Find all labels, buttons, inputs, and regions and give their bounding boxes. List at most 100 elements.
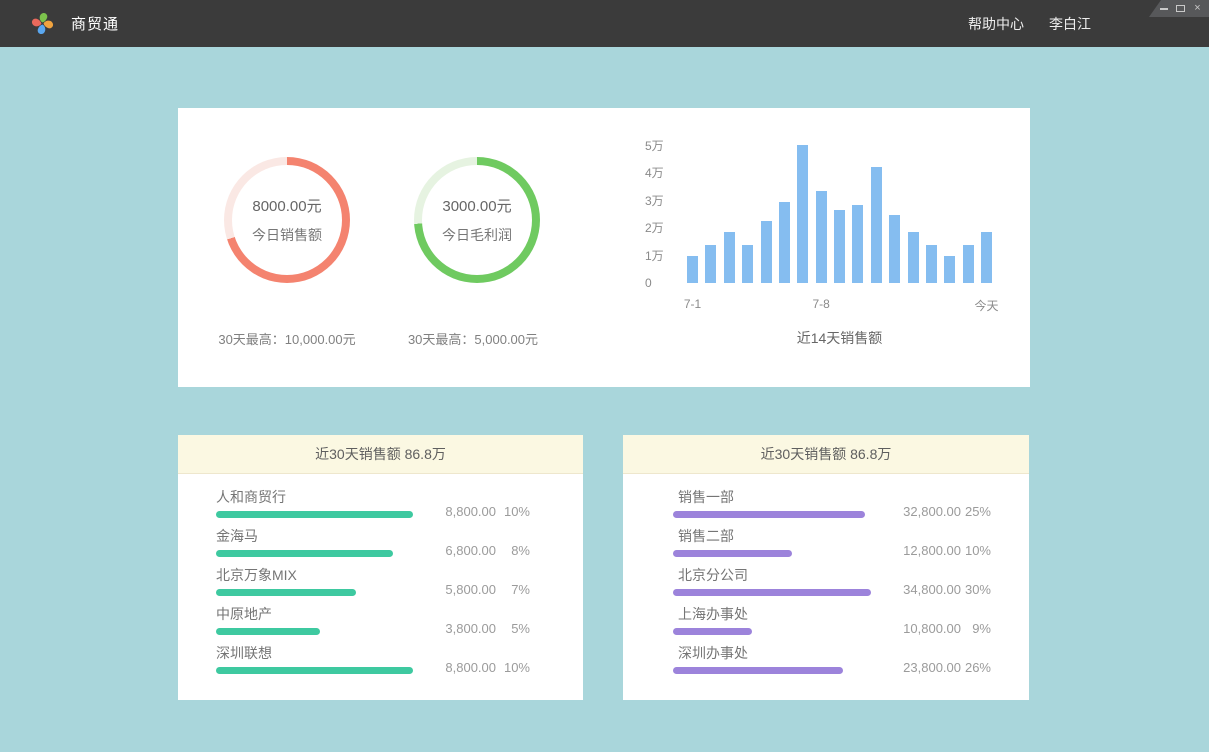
progress-track	[216, 589, 413, 596]
sales-14d-bar-chart: 0 1万 2万 3万 4万 5万 7-1 7-8 今天 近14天销售额	[178, 108, 1030, 387]
list-item: 北京万象MIX5,800.007%	[216, 568, 530, 607]
app-logo-icon	[30, 11, 55, 36]
list-item: 北京分公司34,800.0030%	[673, 568, 991, 607]
minimize-icon	[1160, 8, 1168, 10]
progress-track	[673, 550, 871, 557]
amount-value: 3,800.00	[445, 621, 496, 636]
top-nav: 帮助中心 李白江	[968, 0, 1091, 47]
percent-value: 9%	[961, 621, 991, 636]
list-item: 人和商贸行8,800.0010%	[216, 490, 530, 529]
customer-card-title: 近30天销售额 86.8万	[178, 435, 583, 474]
percent-value: 30%	[961, 582, 991, 597]
percent-value: 10%	[496, 504, 530, 519]
bar	[724, 232, 735, 283]
amount-value: 34,800.00	[903, 582, 961, 597]
progress-bar	[216, 628, 320, 635]
progress-track	[216, 667, 413, 674]
amount-value: 5,800.00	[445, 582, 496, 597]
list-item-values: 32,800.0025%	[903, 504, 991, 519]
x-tick-label: 7-8	[812, 297, 829, 311]
list-item-values: 12,800.0010%	[903, 543, 991, 558]
bar	[761, 221, 772, 283]
y-tick-label: 5万	[645, 139, 664, 153]
progress-bar	[673, 667, 843, 674]
list-item-name: 北京分公司	[678, 568, 991, 583]
department-card-title: 近30天销售额 86.8万	[623, 435, 1029, 474]
customer-sales-card: 近30天销售额 86.8万 人和商贸行8,800.0010%金海马6,800.0…	[178, 435, 583, 700]
minimize-button[interactable]	[1157, 0, 1170, 17]
amount-value: 23,800.00	[903, 660, 961, 675]
y-tick-label: 3万	[645, 194, 664, 208]
progress-track	[673, 511, 871, 518]
y-tick-label: 0	[645, 276, 652, 290]
dashboard: 8000.00元 今日销售额 3000.00元 今日毛利润 30天最高：10,0…	[0, 47, 1209, 752]
progress-track	[216, 628, 413, 635]
app-title: 商贸通	[71, 13, 119, 34]
list-item-name: 北京万象MIX	[216, 568, 530, 583]
progress-bar	[216, 511, 413, 518]
list-item-values: 23,800.0026%	[903, 660, 991, 675]
amount-value: 8,800.00	[445, 660, 496, 675]
bar	[944, 256, 955, 283]
maximize-button[interactable]	[1174, 0, 1187, 17]
list-item-name: 金海马	[216, 529, 530, 544]
x-tick-label: 今天	[974, 297, 998, 314]
brand: 商贸通	[30, 0, 119, 47]
y-tick-label: 2万	[645, 221, 664, 235]
progress-track	[673, 628, 871, 635]
app-window: 商贸通 帮助中心 李白江 × 8000.00元 今日销售额 3000.00元 今…	[0, 0, 1209, 752]
list-item-name: 深圳联想	[216, 646, 530, 661]
percent-value: 5%	[496, 621, 530, 636]
progress-track	[673, 589, 871, 596]
percent-value: 25%	[961, 504, 991, 519]
list-item-values: 8,800.0010%	[445, 660, 530, 675]
customer-rows: 人和商贸行8,800.0010%金海马6,800.008%北京万象MIX5,80…	[178, 474, 583, 685]
department-sales-card: 近30天销售额 86.8万 销售一部32,800.0025% 销售二部12,800…	[623, 435, 1029, 700]
bar	[687, 256, 698, 283]
list-item-values: 5,800.007%	[445, 582, 530, 597]
list-item: 中原地产3,800.005%	[216, 607, 530, 646]
bar	[779, 202, 790, 283]
bar-series	[687, 145, 992, 283]
list-item-values: 34,800.0030%	[903, 582, 991, 597]
list-item: 销售二部12,800.0010%	[673, 529, 991, 568]
bar	[981, 232, 992, 283]
progress-bar	[673, 511, 865, 518]
percent-value: 10%	[961, 543, 991, 558]
percent-value: 26%	[961, 660, 991, 675]
list-item: 深圳办事处23,800.0026%	[673, 646, 991, 685]
list-item-values: 10,800.009%	[903, 621, 991, 636]
progress-track	[216, 511, 413, 518]
list-item-name: 中原地产	[216, 607, 530, 622]
chart-title: 近14天销售额	[687, 328, 992, 348]
progress-bar	[673, 550, 792, 557]
bar	[797, 145, 808, 283]
overview-card: 8000.00元 今日销售额 3000.00元 今日毛利润 30天最高：10,0…	[178, 108, 1030, 387]
amount-value: 10,800.00	[903, 621, 961, 636]
y-tick-label: 1万	[645, 249, 664, 263]
maximize-icon	[1176, 5, 1185, 12]
progress-bar	[216, 667, 413, 674]
list-item: 深圳联想8,800.0010%	[216, 646, 530, 685]
list-item-name: 人和商贸行	[216, 490, 530, 505]
progress-track	[216, 550, 413, 557]
list-item: 金海马6,800.008%	[216, 529, 530, 568]
window-controls: ×	[1149, 0, 1209, 17]
list-item-values: 3,800.005%	[445, 621, 530, 636]
y-tick-label: 4万	[645, 166, 664, 180]
progress-bar	[216, 550, 393, 557]
close-icon: ×	[1194, 0, 1200, 17]
bar	[834, 210, 845, 283]
bar	[963, 245, 974, 283]
list-item-values: 8,800.0010%	[445, 504, 530, 519]
list-item-name: 销售一部	[678, 490, 991, 505]
nav-user[interactable]: 李白江	[1049, 14, 1091, 34]
progress-bar	[673, 628, 752, 635]
percent-value: 8%	[496, 543, 530, 558]
bar	[816, 191, 827, 283]
bar	[889, 215, 900, 283]
close-button[interactable]: ×	[1191, 0, 1204, 17]
bar	[705, 245, 716, 283]
nav-help-center[interactable]: 帮助中心	[968, 14, 1024, 34]
x-tick-label: 7-1	[684, 297, 701, 311]
